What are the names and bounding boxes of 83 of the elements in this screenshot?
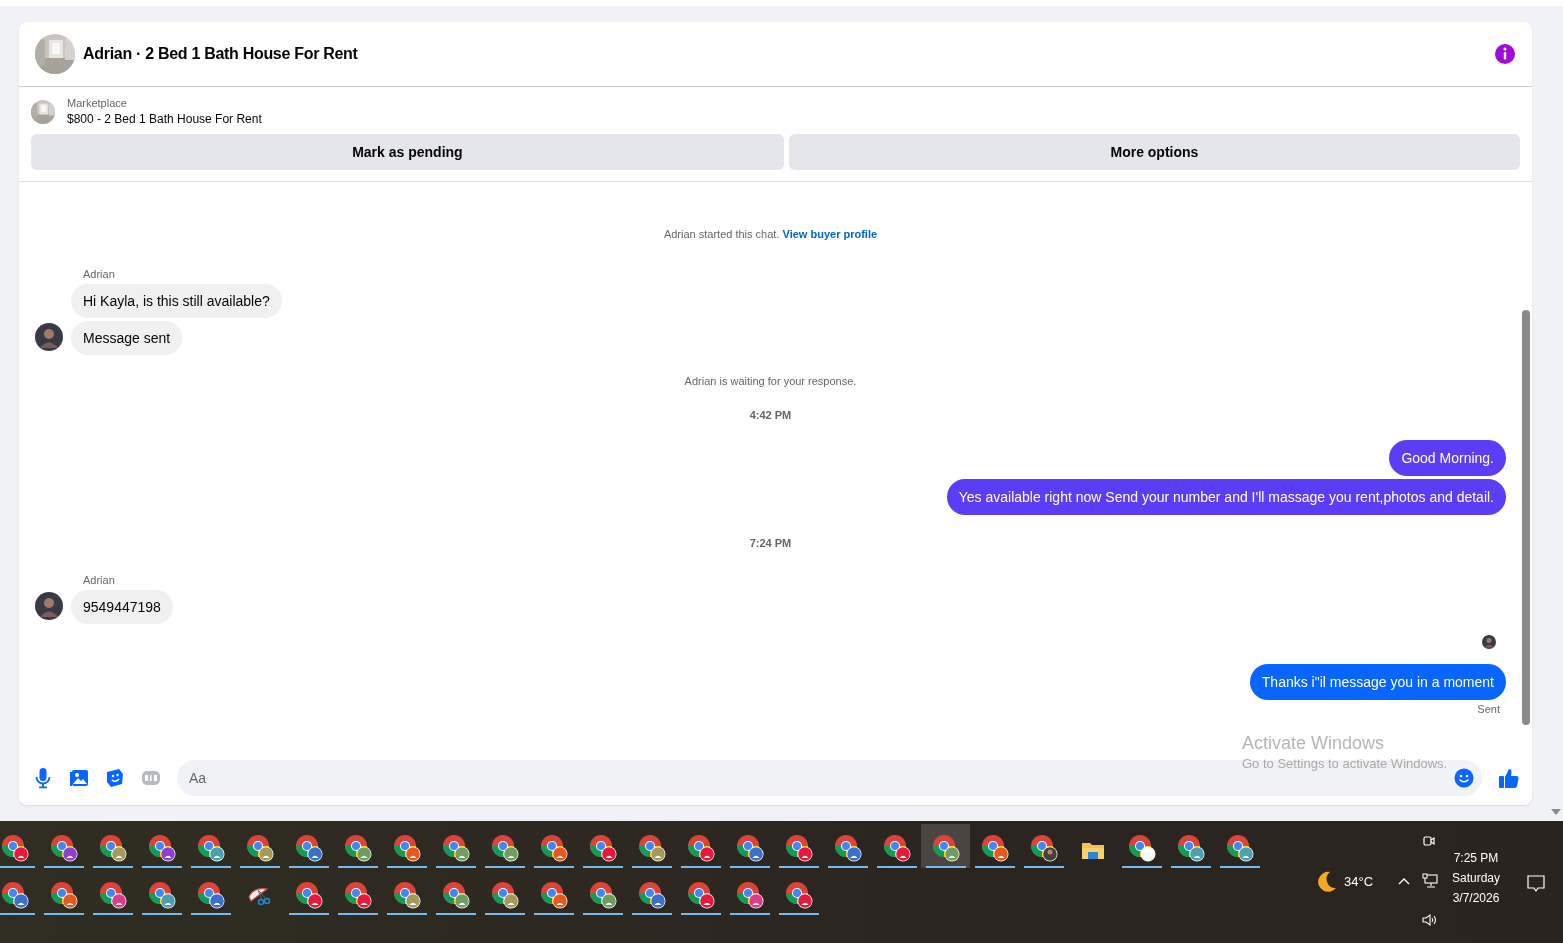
network-icon[interactable]	[1422, 873, 1438, 889]
chrome-profile-icon[interactable]	[784, 881, 813, 909]
mark-pending-button[interactable]: Mark as pending	[31, 134, 784, 170]
chrome-profile-icon[interactable]	[1176, 834, 1205, 862]
chrome-profile-icon[interactable]	[686, 834, 715, 862]
notification-icon[interactable]	[1526, 873, 1546, 893]
avatar	[35, 323, 63, 351]
taskbar-button[interactable]	[921, 824, 970, 868]
chrome-profile-icon[interactable]	[392, 834, 421, 862]
chrome-profile-icon[interactable]	[539, 881, 568, 909]
info-icon[interactable]	[1494, 43, 1516, 65]
chrome-profile-icon[interactable]	[637, 834, 666, 862]
chrome-profile-icon[interactable]	[98, 881, 127, 909]
camera-icon[interactable]	[1422, 834, 1436, 848]
thumbs-up-icon[interactable]	[1498, 766, 1520, 789]
chrome-profile-icon[interactable]	[343, 834, 372, 862]
timestamp: 4:42 PM	[748, 409, 793, 421]
chrome-icon[interactable]	[1127, 834, 1156, 862]
chat-title: Adrian · 2 Bed 1 Bath House For Rent	[83, 45, 358, 63]
chrome-profile-icon[interactable]	[588, 881, 617, 909]
chrome-profile-icon[interactable]	[490, 834, 519, 862]
chrome-profile-icon[interactable]	[196, 834, 225, 862]
chrome-profile-icon[interactable]	[196, 881, 225, 909]
seen-avatar	[1482, 635, 1496, 649]
chrome-profile-icon[interactable]	[147, 834, 176, 862]
chrome-profile-icon[interactable]	[294, 834, 323, 862]
chrome-profile-icon[interactable]	[931, 834, 960, 862]
weather-temperature[interactable]: 34°C	[1344, 874, 1374, 889]
avatar	[35, 592, 63, 620]
chrome-profile-icon[interactable]	[392, 881, 421, 909]
outgoing-message: Thanks i"il message you in a moment	[1249, 664, 1506, 700]
chrome-profile-icon[interactable]	[441, 881, 470, 909]
chrome-profile-icon[interactable]	[294, 881, 323, 909]
chrome-profile-icon[interactable]	[980, 834, 1009, 862]
chrome-profile-icon[interactable]	[833, 834, 862, 862]
microphone-icon[interactable]	[33, 766, 53, 789]
chrome-profile-icon[interactable]	[637, 881, 666, 909]
chrome-profile-icon[interactable]	[147, 881, 176, 909]
chrome-profile-icon[interactable]	[0, 881, 29, 909]
incoming-message: Hi Kayla, is this still available?	[71, 284, 282, 318]
delivery-status: Sent	[1476, 703, 1501, 715]
photo-icon[interactable]	[69, 767, 89, 788]
sender-name: Adrian	[82, 268, 116, 280]
chrome-profile-icon[interactable]	[1225, 834, 1254, 862]
listing-source: Marketplace	[67, 97, 128, 109]
folder-icon[interactable]	[1080, 840, 1105, 862]
chrome-profile-icon[interactable]	[784, 834, 813, 862]
chrome-profile-icon[interactable]	[49, 834, 78, 862]
clock-day[interactable]: Saturday	[1452, 871, 1501, 885]
chevron-up-icon[interactable]	[1398, 877, 1410, 885]
incoming-message: Message sent	[71, 321, 183, 355]
chat-notice: Adrian is waiting for your response.	[683, 375, 858, 387]
clock-time[interactable]: 7:25 PM	[1452, 851, 1501, 865]
chrome-profile-icon[interactable]	[245, 834, 274, 862]
clock-date[interactable]: 3/7/2026	[1452, 891, 1501, 905]
chrome-profile-icon[interactable]	[686, 881, 715, 909]
timestamp: 7:24 PM	[748, 537, 793, 549]
listing-title: $800 - 2 Bed 1 Bath House For Rent	[67, 112, 262, 126]
chrome-profile-icon[interactable]	[343, 881, 372, 909]
outgoing-message: Good Morning.	[1389, 440, 1506, 476]
chrome-profile-icon[interactable]	[735, 881, 764, 909]
chrome-profile-icon[interactable]	[49, 881, 78, 909]
chrome-profile-icon[interactable]	[490, 881, 519, 909]
activation-title: Activate Windows	[1242, 733, 1386, 754]
outgoing-message: Yes available right now Send your number and I'll massage you rent,photos and detail.	[946, 479, 1506, 515]
sticker-icon[interactable]	[105, 767, 125, 788]
scroll-down-arrow[interactable]	[1551, 809, 1561, 815]
chrome-avatar-icon[interactable]	[1029, 834, 1058, 862]
view-profile-link[interactable]: View buyer profile	[782, 228, 878, 240]
chrome-profile-icon[interactable]	[441, 834, 470, 862]
incoming-message: 9549447198	[71, 590, 173, 624]
chat-notice: Adrian started this chat. View buyer profile	[662, 228, 879, 240]
activation-message: Go to Settings to activate Windows.	[1242, 756, 1448, 771]
chrome-profile-icon[interactable]	[539, 834, 568, 862]
sender-name: Adrian	[82, 574, 116, 586]
chrome-profile-icon[interactable]	[588, 834, 617, 862]
more-options-button[interactable]: More options	[788, 134, 1520, 170]
speaker-icon[interactable]	[1421, 913, 1439, 927]
chrome-profile-icon[interactable]	[735, 834, 764, 862]
chrome-profile-icon[interactable]	[98, 834, 127, 862]
chrome-profile-icon[interactable]	[882, 834, 911, 862]
chrome-profile-icon[interactable]	[0, 834, 29, 862]
emoji-icon[interactable]	[1454, 767, 1474, 788]
